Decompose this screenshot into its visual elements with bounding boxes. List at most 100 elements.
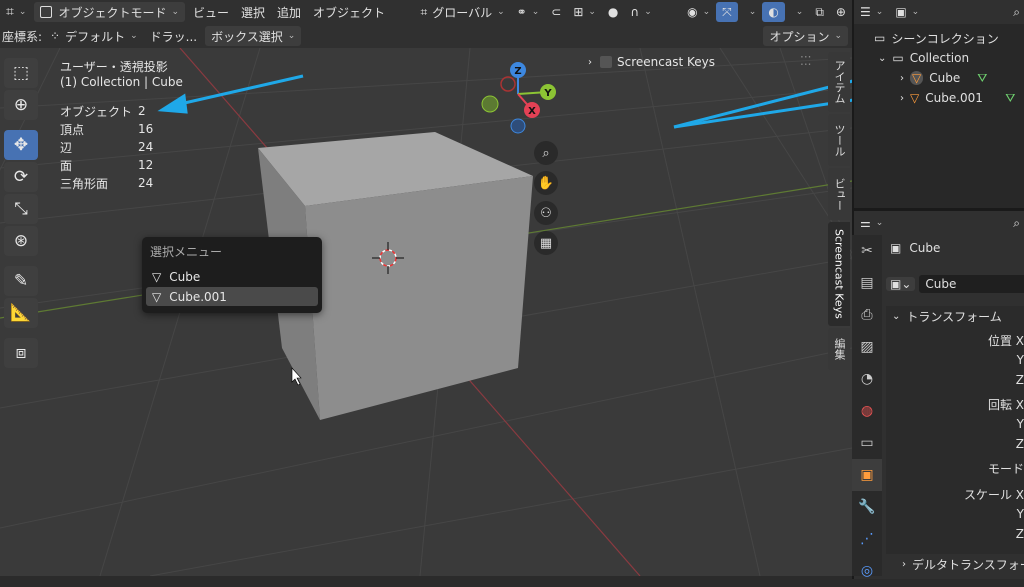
tab-modifiers[interactable]: 🔧	[852, 491, 882, 523]
zoom-icon: ⌕	[542, 145, 550, 161]
add-cube-icon: ⧈	[15, 343, 27, 363]
outliner-collection[interactable]: ⌄ ▭ Collection	[854, 48, 1024, 68]
orientation-dropdown[interactable]: ⌗ グローバル ⌄	[414, 2, 510, 22]
outliner-object[interactable]: › ▽ Cube ⛛	[854, 68, 1024, 88]
cursor-select-icon: ⬚	[12, 63, 30, 83]
outliner-object[interactable]: › ▽ Cube.001 ⛛	[854, 88, 1024, 108]
tab-render[interactable]: ▤	[852, 267, 882, 299]
axis-neg-y-handle	[481, 95, 499, 113]
tab-world[interactable]: ◍	[852, 395, 882, 427]
drag-dropdown[interactable]: ドラッ...	[144, 26, 203, 46]
stat-label: 頂点	[60, 122, 85, 137]
coord-dropdown[interactable]: ⁘ デフォルト ⌄	[44, 26, 144, 46]
zoom-button[interactable]: ⌕	[534, 141, 558, 165]
selection-menu-item[interactable]: ▽ Cube	[146, 267, 318, 286]
axis-x-label: X	[528, 106, 536, 117]
drag-handle-icon[interactable]: ⁚⁚⁚	[800, 54, 811, 68]
menu-object[interactable]: オブジェクト	[307, 2, 391, 22]
tab-physics[interactable]: ◎	[852, 555, 882, 587]
gizmo-toggle[interactable]: ⤧	[716, 2, 738, 22]
image-icon: ▨	[860, 339, 874, 355]
rotate-tool[interactable]: ⟳	[4, 162, 38, 192]
stat-value: 2	[138, 104, 146, 118]
ortho-toggle-button[interactable]: ▦	[534, 231, 558, 255]
outliner-editor-type[interactable]: ☰ ⌄	[854, 2, 889, 22]
properties-search-button[interactable]: ⌕	[1007, 213, 1024, 233]
cursor-tool[interactable]: ⊕	[4, 90, 38, 120]
delta-transform-panel-header[interactable]: › デルタトランスフォーム	[886, 554, 1024, 574]
falloff-dropdown[interactable]: ∩ ⌄	[624, 2, 657, 22]
tab-scene[interactable]: ◔	[852, 363, 882, 395]
mesh-data-icon: ⛛	[977, 70, 988, 85]
scale-x-label: スケール X	[963, 487, 1024, 502]
transform-tool[interactable]: ⊛	[4, 226, 38, 256]
tab-collection[interactable]: ▭	[852, 427, 882, 459]
tab-edit[interactable]: 編集	[828, 328, 850, 370]
pan-button[interactable]: ✋	[534, 171, 558, 195]
wrench-icon: 🔧	[858, 499, 876, 515]
stat-row: 頂点 16	[60, 120, 153, 138]
display-mode-dropdown[interactable]: ▣ ⌄	[889, 2, 925, 22]
object-type-dropdown[interactable]: ▣⌄	[886, 277, 916, 291]
tab-output[interactable]: ⎙	[852, 299, 882, 331]
screencast-keys-header[interactable]: › Screencast Keys	[588, 55, 715, 69]
camera-button[interactable]: ⚇	[534, 201, 558, 225]
mode-label: オブジェクトモード	[58, 5, 167, 20]
axis-gizmo[interactable]: Z Y X	[478, 58, 558, 138]
selection-menu-item[interactable]: ▽ Cube.001	[146, 287, 318, 306]
checkbox[interactable]	[600, 56, 612, 68]
editor-type-button[interactable]: ⌗ ⌄	[0, 2, 32, 22]
rotate-icon: ⟳	[13, 167, 29, 187]
menu-add[interactable]: 追加	[271, 2, 307, 22]
select-box-tool[interactable]: ⬚	[4, 58, 38, 88]
outliner-scene-collection[interactable]: ▭ シーンコレクション	[854, 28, 1024, 48]
menu-select[interactable]: 選択	[235, 2, 271, 22]
stat-value: 12	[138, 158, 154, 172]
selection-menu: 選択メニュー ▽ Cube ▽ Cube.001	[142, 237, 322, 313]
tab-tool-props[interactable]: ✂	[852, 235, 882, 267]
object-name-field[interactable]: ▣⌄ Cube	[886, 274, 1024, 294]
visibility-dropdown[interactable]: ◉ ⌄	[681, 2, 716, 22]
pivot-dropdown[interactable]: ⚭ ⌄	[511, 2, 546, 22]
proportional-toggle[interactable]: ●	[602, 2, 624, 22]
tab-view-layer[interactable]: ▨	[852, 331, 882, 363]
tab-view[interactable]: ビュー	[828, 168, 850, 220]
snap-dropdown[interactable]: ⊞ ⌄	[567, 2, 602, 22]
eye-icon: ◉	[687, 5, 698, 19]
tab-tool[interactable]: ツール	[828, 114, 850, 166]
tool-settings-bar: 座標系: ⁘ デフォルト ⌄ ドラッ... ボックス選択 ⌄ オプション ⌄	[0, 24, 852, 48]
annotate-tool[interactable]: ✎	[4, 266, 38, 296]
tab-item[interactable]: アイテム	[828, 52, 850, 112]
shading-wireframe[interactable]: ⊕	[830, 2, 852, 22]
transform-panel-header[interactable]: ⌄ トランスフォーム	[886, 306, 1024, 326]
tab-screencast-keys[interactable]: Screencast Keys	[828, 222, 850, 326]
tab-object[interactable]: ▣	[852, 459, 882, 491]
proportional-icon: ●	[607, 5, 619, 19]
overlay-toggle[interactable]: ◐	[762, 2, 785, 22]
object-label: Cube.001	[925, 91, 983, 105]
properties-header: ⚌ ⌄ ⌕	[854, 211, 1024, 235]
mode-dropdown[interactable]: オブジェクトモード ⌄	[34, 2, 185, 22]
properties-editor-type[interactable]: ⚌ ⌄	[854, 213, 889, 233]
snap-toggle[interactable]: ⊂	[545, 2, 567, 22]
tab-particles[interactable]: ⋰	[852, 523, 882, 555]
measure-tool[interactable]: 📐	[4, 298, 38, 328]
add-cube-tool[interactable]: ⧈	[4, 338, 38, 368]
options-dropdown[interactable]: オプション ⌄	[763, 26, 848, 46]
scale-tool[interactable]: ⤡	[4, 194, 38, 224]
menu-view[interactable]: ビュー	[187, 2, 235, 22]
scene-icon: ◔	[860, 371, 874, 387]
outliner: ☰ ⌄ ▣ ⌄ ⌕ ▭ シーンコレクション ⌄ ▭ Collection › ▽ C…	[852, 0, 1024, 208]
navigation-buttons: ⌕ ✋ ⚇ ▦	[534, 141, 558, 255]
search-button[interactable]: ⌕	[1007, 2, 1024, 22]
world-icon: ◍	[860, 403, 874, 419]
gizmo-dropdown[interactable]: ⌄	[738, 2, 763, 22]
move-tool[interactable]: ✥	[4, 130, 38, 160]
overlay-dropdown[interactable]: ⌄	[785, 2, 810, 22]
axis-neg-x-handle	[500, 76, 516, 92]
object-name-value[interactable]: Cube	[919, 275, 1024, 293]
scale-icon: ⤡	[14, 199, 28, 219]
box-select-dropdown[interactable]: ボックス選択 ⌄	[205, 26, 302, 46]
xray-toggle[interactable]: ⧉	[809, 2, 830, 22]
stat-label: 三角形面	[60, 176, 109, 191]
